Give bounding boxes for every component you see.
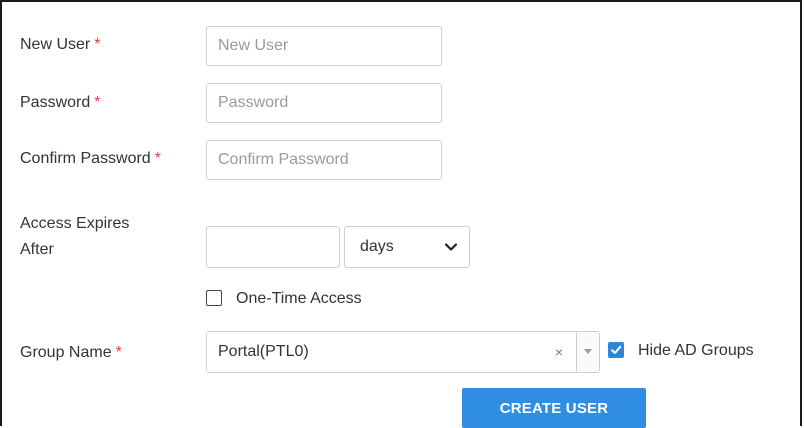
access-expires-label-line1: Access Expires — [20, 215, 130, 232]
confirm-password-input[interactable] — [206, 140, 442, 180]
new-user-input[interactable] — [206, 26, 442, 66]
group-name-label-text: Group Name — [20, 344, 112, 361]
access-expires-unit-select[interactable]: days — [344, 226, 470, 268]
check-icon — [611, 345, 622, 354]
password-label-text: Password — [20, 94, 91, 111]
password-input[interactable] — [206, 83, 442, 123]
new-user-label: New User * — [20, 34, 100, 56]
hide-ad-groups-label: Hide AD Groups — [638, 342, 754, 359]
access-expires-label-line2: After — [20, 241, 54, 258]
create-user-button[interactable]: CREATE USER — [462, 388, 646, 428]
group-name-label: Group Name * — [20, 342, 122, 364]
close-icon[interactable]: × — [548, 344, 570, 360]
required-mark: * — [115, 344, 122, 361]
access-expires-label: Access Expires After — [20, 213, 129, 261]
chevron-down-icon — [444, 238, 458, 256]
confirm-password-label: Confirm Password * — [20, 148, 161, 170]
new-user-label-text: New User — [20, 36, 91, 53]
group-name-select[interactable]: Portal(PTL0) × — [206, 331, 600, 373]
chevron-down-icon[interactable] — [577, 332, 599, 372]
required-mark: * — [94, 36, 101, 53]
unit-select-value: days — [360, 238, 394, 255]
group-name-value: Portal(PTL0) — [218, 343, 309, 360]
required-mark: * — [154, 150, 161, 167]
required-mark: * — [94, 94, 101, 111]
password-label: Password * — [20, 92, 100, 114]
hide-ad-groups-checkbox[interactable] — [608, 342, 624, 358]
confirm-password-label-text: Confirm Password — [20, 150, 151, 167]
one-time-access-checkbox[interactable] — [206, 290, 222, 306]
one-time-access-label: One-Time Access — [236, 290, 362, 307]
access-expires-input[interactable] — [206, 226, 340, 268]
